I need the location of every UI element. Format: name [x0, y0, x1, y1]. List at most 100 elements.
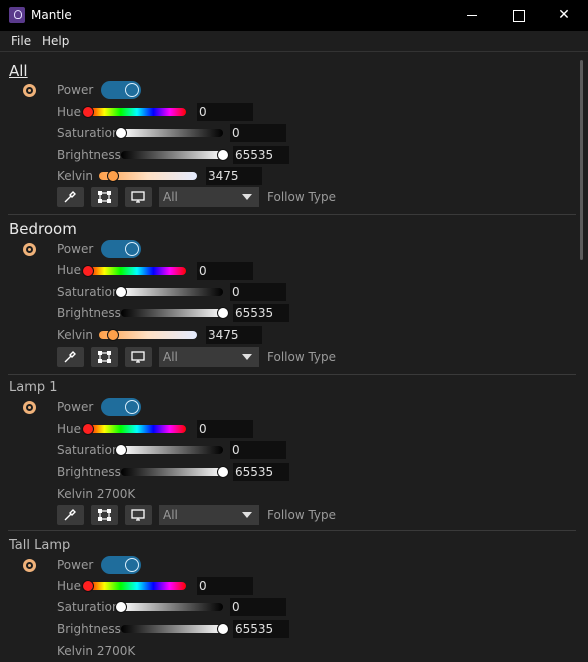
eyedropper-button[interactable] [57, 347, 84, 367]
hue-slider[interactable] [82, 265, 186, 277]
slider-thumb[interactable] [82, 265, 94, 277]
power-label: Power [57, 242, 94, 256]
kelvin-value[interactable]: 3475 [206, 167, 262, 185]
kelvin-slider[interactable] [99, 329, 197, 341]
hue-label: Hue [57, 422, 82, 436]
saturation-slider[interactable] [115, 127, 223, 139]
scrollbar[interactable] [578, 52, 588, 662]
region-button[interactable] [91, 187, 118, 207]
brightness-slider[interactable] [121, 623, 229, 635]
screen-button[interactable] [125, 187, 152, 207]
kelvin-slider[interactable] [99, 170, 197, 182]
slider-thumb[interactable] [217, 149, 229, 161]
saturation-slider[interactable] [115, 286, 223, 298]
menu-file[interactable]: File [11, 34, 31, 48]
slider-thumb[interactable] [115, 601, 127, 613]
saturation-label: Saturation [57, 443, 120, 457]
title-bar: Mantle ✕ [0, 0, 588, 31]
slider-thumb[interactable] [115, 286, 127, 298]
power-toggle[interactable] [101, 81, 141, 99]
group-title: Lamp 1 [9, 380, 58, 395]
hue-value[interactable]: 0 [197, 577, 253, 595]
minimize-button[interactable] [449, 0, 495, 31]
slider-thumb[interactable] [107, 170, 119, 182]
brightness-slider[interactable] [121, 149, 229, 161]
group-title: All [9, 62, 28, 80]
eyedropper-button[interactable] [57, 187, 84, 207]
brightness-value[interactable]: 65535 [233, 463, 289, 481]
follow-select-value: All [163, 190, 178, 204]
saturation-label: Saturation [57, 600, 120, 614]
slider-thumb[interactable] [217, 307, 229, 319]
hue-slider[interactable] [82, 580, 186, 592]
follow-type-label: Follow Type [267, 190, 337, 204]
saturation-slider[interactable] [115, 601, 223, 613]
hue-value[interactable]: 0 [197, 103, 253, 121]
hue-value[interactable]: 0 [197, 420, 253, 438]
select-radio[interactable] [23, 84, 36, 97]
kelvin-value[interactable]: 3475 [206, 326, 262, 344]
slider-thumb[interactable] [217, 466, 229, 478]
selection-square-icon [98, 509, 111, 521]
window-title: Mantle [31, 8, 72, 22]
eyedropper-icon [64, 191, 76, 203]
monitor-icon [131, 351, 145, 363]
kelvin-readout: Kelvin 2700K [57, 487, 136, 501]
group-title: Bedroom [9, 220, 77, 238]
toggle-knob [125, 83, 139, 97]
saturation-label: Saturation [57, 285, 120, 299]
brightness-value[interactable]: 65535 [233, 304, 289, 322]
region-button[interactable] [91, 347, 118, 367]
eyedropper-button[interactable] [57, 505, 84, 525]
follow-select-value: All [163, 508, 178, 522]
region-button[interactable] [91, 505, 118, 525]
power-toggle[interactable] [101, 556, 141, 574]
close-button[interactable]: ✕ [541, 0, 587, 31]
hue-label: Hue [57, 579, 82, 593]
slider-thumb[interactable] [82, 580, 94, 592]
follow-select[interactable]: All [159, 347, 259, 367]
select-radio[interactable] [23, 559, 36, 572]
scrollbar-thumb[interactable] [580, 60, 583, 260]
brightness-label: Brightness [57, 622, 121, 636]
hue-slider[interactable] [82, 423, 186, 435]
slider-thumb[interactable] [82, 106, 94, 118]
select-radio[interactable] [23, 401, 36, 414]
brightness-value[interactable]: 65535 [233, 620, 289, 638]
saturation-value[interactable]: 0 [230, 124, 286, 142]
power-toggle[interactable] [101, 398, 141, 416]
brightness-slider[interactable] [121, 466, 229, 478]
screen-button[interactable] [125, 505, 152, 525]
eyedropper-icon [64, 509, 76, 521]
follow-select[interactable]: All [159, 505, 259, 525]
saturation-label: Saturation [57, 126, 120, 140]
select-radio[interactable] [23, 243, 36, 256]
power-toggle[interactable] [101, 240, 141, 258]
screen-button[interactable] [125, 347, 152, 367]
saturation-value[interactable]: 0 [230, 441, 286, 459]
maximize-button[interactable] [495, 0, 541, 31]
hue-value[interactable]: 0 [197, 262, 253, 280]
slider-thumb[interactable] [217, 623, 229, 635]
slider-thumb[interactable] [82, 423, 94, 435]
toggle-knob [125, 400, 139, 414]
brightness-label: Brightness [57, 465, 121, 479]
slider-thumb[interactable] [107, 329, 119, 341]
saturation-slider[interactable] [115, 444, 223, 456]
hue-slider[interactable] [82, 106, 186, 118]
menu-help[interactable]: Help [42, 34, 69, 48]
saturation-value[interactable]: 0 [230, 283, 286, 301]
divider [8, 214, 576, 215]
chevron-down-icon [242, 354, 252, 360]
selection-square-icon [98, 191, 111, 203]
selection-square-icon [98, 351, 111, 363]
slider-thumb[interactable] [115, 127, 127, 139]
brightness-value[interactable]: 65535 [233, 146, 289, 164]
saturation-value[interactable]: 0 [230, 598, 286, 616]
toggle-knob [125, 242, 139, 256]
chevron-down-icon [242, 512, 252, 518]
power-label: Power [57, 83, 94, 97]
brightness-slider[interactable] [121, 307, 229, 319]
slider-thumb[interactable] [115, 444, 127, 456]
follow-select[interactable]: All [159, 187, 259, 207]
